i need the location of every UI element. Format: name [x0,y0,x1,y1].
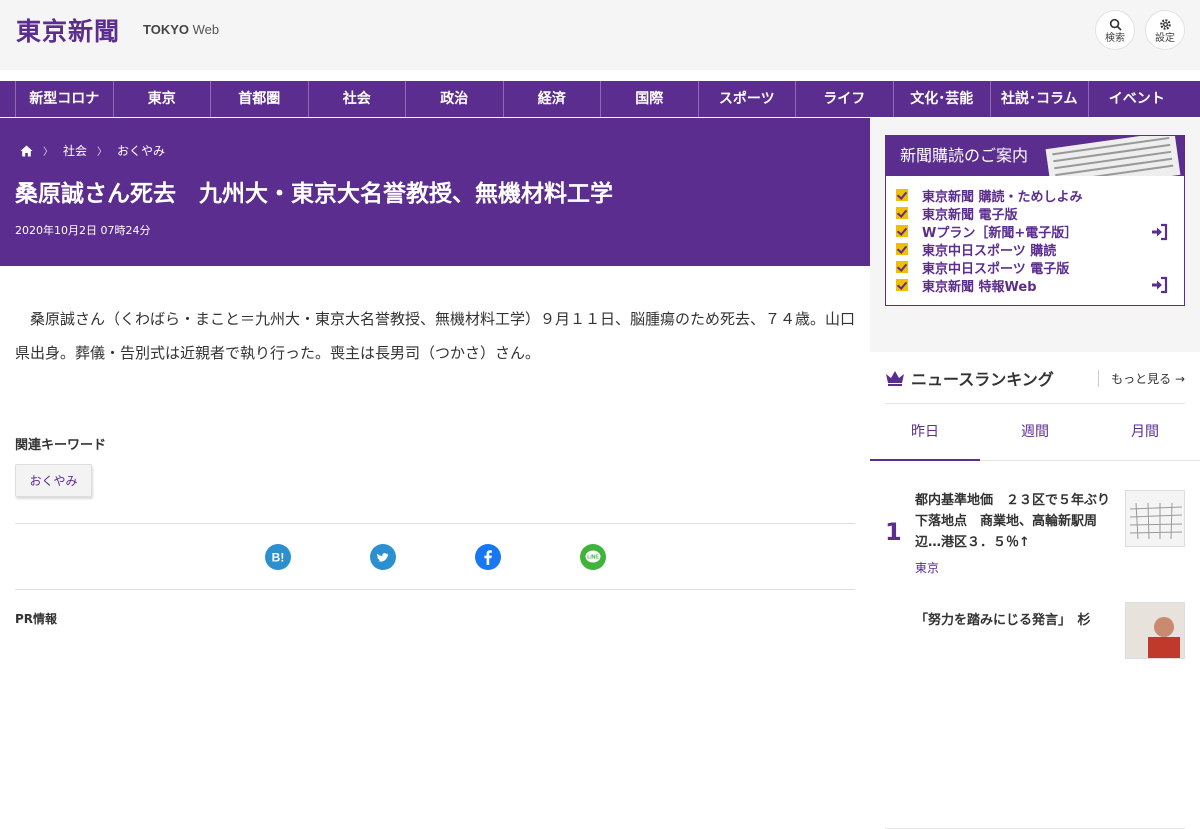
nav-item-society[interactable]: 社会 [307,81,406,117]
check-icon [896,261,908,273]
ranking-title[interactable]: 「努力を踏みにじる発言」 杉 [915,610,1115,631]
ranking-number: 1 [885,518,902,546]
article-title: 桑原誠さん死去 九州大・東京大名誉教授、無機材料工学 [15,181,613,207]
facebook-icon [475,544,501,570]
site-header: 東京新聞 TOKYO Web 検索 設定 [0,0,1200,70]
subscription-link-subscribe[interactable]: 東京新聞 購読・ためしよみ [896,186,1083,205]
ranking-more-link[interactable]: もっと見る → [1098,370,1185,387]
nav-item-events[interactable]: イベント [1087,81,1186,117]
ranking-thumbnail[interactable] [1125,602,1185,659]
divider [15,523,855,524]
svg-text:B!: B! [272,551,285,565]
gear-icon [1159,19,1171,30]
subscription-heading: 新聞購読のご案内 [886,136,1184,176]
breadcrumb-society[interactable]: 社会 [63,142,87,159]
nav-item-life[interactable]: ライフ [795,81,893,117]
hatena-icon: B! [265,544,291,570]
main-nav: 新型コロナ 東京 首都圏 社会 政治 経済 国際 スポーツ ライフ 文化･芸能 … [0,81,1200,117]
keyword-tag[interactable]: おくやみ [15,464,92,497]
subscription-box: 新聞購読のご案内 東京新聞 購読・ためしよみ 東京新聞 電子版 Wプラン［新聞+… [885,135,1185,306]
check-icon [896,279,908,291]
news-ranking: ニュースランキング もっと見る → 昨日 週間 月間 1 都内基準地価 ２３区で… [870,352,1200,829]
twitter-share-button[interactable] [370,544,396,570]
login-icon[interactable] [1150,276,1168,294]
ranking-heading: ニュースランキング [885,366,1054,390]
subscription-link-digital[interactable]: 東京新聞 電子版 [896,204,1083,223]
tab-weekly[interactable]: 週間 [980,404,1090,461]
sidebar: 新聞購読のご案内 東京新聞 購読・ためしよみ 東京新聞 電子版 Wプラン［新聞+… [870,118,1200,829]
line-icon: LINE [580,544,606,570]
keywords-heading: 関連キーワード [15,438,107,453]
nav-item-politics[interactable]: 政治 [405,81,503,117]
tab-monthly[interactable]: 月間 [1090,404,1200,461]
check-icon [896,207,908,219]
nav-item-covid[interactable]: 新型コロナ [15,81,113,117]
check-icon [896,189,908,201]
breadcrumb-separator: 〉 [43,147,53,158]
subscription-list: 東京新聞 購読・ためしよみ 東京新聞 電子版 Wプラン［新聞+電子版］ 東京中日… [896,186,1083,295]
search-button[interactable]: 検索 [1095,10,1135,50]
article-header: 〉 社会 〉 おくやみ 桑原誠さん死去 九州大・東京大名誉教授、無機材料工学 2… [0,118,870,266]
pr-heading: PR情報 [15,612,58,626]
settings-label: 設定 [1155,33,1175,44]
ranking-title[interactable]: 都内基準地価 ２３区で５年ぶり下落地点 商業地、高輪新駅周辺…港区３．５％↑ [915,490,1115,553]
arrow-right-icon: → [1174,372,1185,386]
breadcrumb-separator: 〉 [97,147,108,158]
search-label: 検索 [1105,33,1125,44]
nav-item-culture[interactable]: 文化･芸能 [892,81,991,117]
home-icon[interactable] [20,145,33,157]
subscription-link-chunichi-sports-digital[interactable]: 東京中日スポーツ 電子版 [896,258,1083,277]
tab-yesterday[interactable]: 昨日 [870,404,980,461]
crown-icon [886,371,904,386]
nav-item-sports[interactable]: スポーツ [697,81,796,117]
nav-item-economy[interactable]: 経済 [502,81,601,117]
hatena-share-button[interactable]: B! [265,544,291,570]
search-icon [1109,18,1122,31]
ranking-thumbnail[interactable] [1125,490,1185,547]
subscription-link-wplan[interactable]: Wプラン［新聞+電子版］ [896,222,1083,241]
twitter-icon [370,544,396,570]
site-logo-sub: TOKYO Web [143,22,220,37]
site-logo[interactable]: 東京新聞 [16,12,120,48]
breadcrumb-obituary[interactable]: おくやみ [117,142,165,159]
facebook-share-button[interactable] [475,544,501,570]
article-body: 桑原誠さん（くわばら・まこと＝九州大・東京大名誉教授、無機材料工学）９月１１日、… [15,310,856,362]
settings-button[interactable]: 設定 [1145,10,1185,50]
nav-item-tokyo[interactable]: 東京 [112,81,211,117]
ranking-tabs: 昨日 週間 月間 [870,404,1200,461]
nav-item-editorial[interactable]: 社説･コラム [990,81,1088,117]
line-share-button[interactable]: LINE [580,544,606,570]
divider [15,589,855,590]
breadcrumb: 〉 社会 〉 おくやみ [20,142,165,159]
ranking-category[interactable]: 東京 [915,559,939,576]
login-icon[interactable] [1150,223,1168,241]
subscription-link-tokuho[interactable]: 東京新聞 特報Web [896,276,1083,295]
newspaper-image [1045,136,1181,176]
subscription-link-chunichi-sports[interactable]: 東京中日スポーツ 購読 [896,240,1083,259]
nav-item-world[interactable]: 国際 [600,81,698,117]
check-icon [896,243,908,255]
nav-item-metro[interactable]: 首都圏 [210,81,308,117]
check-icon [896,225,908,237]
article-date: 2020年10月2日 07時24分 [15,224,151,237]
svg-text:LINE: LINE [587,554,599,560]
